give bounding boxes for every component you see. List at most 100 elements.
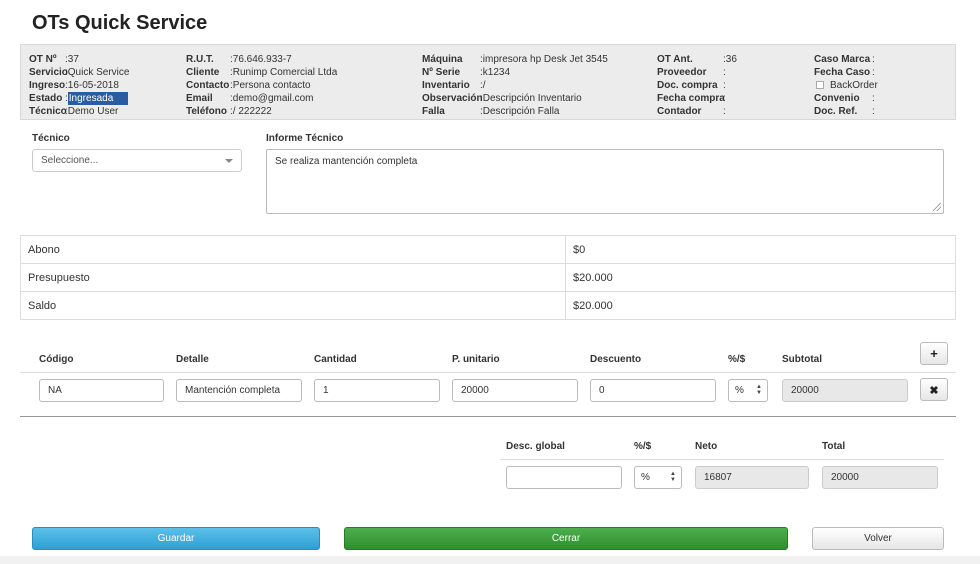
plus-icon: + bbox=[930, 346, 938, 361]
info-value: :Demo User bbox=[65, 106, 119, 117]
info-label: Teléfono bbox=[186, 106, 227, 117]
info-label: Caso Marca bbox=[814, 54, 871, 65]
unitario-value: 20000 bbox=[461, 385, 489, 396]
backorder-label: BackOrder bbox=[830, 80, 878, 91]
info-value: :16-05-2018 bbox=[65, 80, 119, 91]
neto-field: 16807 bbox=[695, 466, 809, 489]
header-total: Total bbox=[822, 441, 846, 452]
info-label: Servicio bbox=[29, 67, 68, 78]
info-label: Estado bbox=[29, 93, 63, 104]
info-label: R.U.T. bbox=[186, 54, 214, 65]
tecnico-select[interactable]: Seleccione... bbox=[32, 149, 242, 172]
info-value: :36 bbox=[723, 54, 737, 65]
header-cantidad: Cantidad bbox=[314, 354, 357, 365]
desc-global-input[interactable] bbox=[506, 466, 622, 489]
info-value: :/ bbox=[480, 80, 486, 91]
info-value: : bbox=[872, 93, 875, 104]
info-value: : bbox=[872, 106, 875, 117]
info-col-cliente: R.U.T. :76.646.933-7 Cliente :Runimp Comer… bbox=[186, 53, 337, 118]
info-label: Contacto bbox=[186, 80, 230, 91]
guardar-button[interactable]: Guardar bbox=[32, 527, 320, 550]
totals-label: Saldo bbox=[20, 291, 566, 320]
info-value: : bbox=[872, 67, 875, 78]
detalle-input[interactable]: Mantención completa bbox=[176, 379, 302, 402]
cantidad-input[interactable]: 1 bbox=[314, 379, 440, 402]
info-col-proveedor: OT Ant.:36 Proveedor: Doc. compra: Fecha… bbox=[657, 53, 737, 118]
totals-label: Abono bbox=[20, 235, 566, 264]
divider bbox=[20, 372, 956, 373]
info-label: Técnico bbox=[29, 106, 67, 117]
footer-bar bbox=[0, 556, 980, 564]
info-value: :76.646.933-7 bbox=[230, 54, 292, 65]
info-col-ot: OT Nº:37 Servicio:Quick Service Ingreso:… bbox=[29, 53, 129, 118]
codigo-input[interactable]: NA bbox=[39, 379, 164, 402]
informe-textarea[interactable]: Se realiza mantención completa bbox=[266, 149, 944, 214]
info-col-caso: Caso Marca: Fecha Caso: BackOrder Conven… bbox=[814, 53, 878, 118]
descuento-input[interactable]: 0 bbox=[590, 379, 716, 402]
info-value: :Descripción Falla bbox=[480, 106, 560, 117]
info-label: Convenio bbox=[814, 93, 860, 104]
info-value: :Descripción Inventario bbox=[480, 93, 582, 104]
unitario-input[interactable]: 20000 bbox=[452, 379, 578, 402]
informe-label: Informe Técnico bbox=[266, 133, 344, 144]
total-field: 20000 bbox=[822, 466, 938, 489]
header-tipo: %/$ bbox=[728, 354, 746, 365]
tipo-select[interactable]: % ▲ ▼ bbox=[728, 379, 768, 402]
backorder-checkbox[interactable] bbox=[816, 81, 824, 89]
codigo-value: NA bbox=[48, 385, 62, 396]
info-value: :Runimp Comercial Ltda bbox=[230, 67, 338, 78]
tecnico-select-value: Seleccione... bbox=[41, 155, 99, 166]
header-codigo: Código bbox=[39, 354, 74, 365]
header-subtotal: Subtotal bbox=[782, 354, 822, 365]
info-label: Fecha Caso bbox=[814, 67, 871, 78]
subtotal-field: 20000 bbox=[782, 379, 908, 402]
info-label: Fecha compra bbox=[657, 93, 725, 104]
estado-badge: Ingresada bbox=[67, 92, 128, 105]
header-unitario: P. unitario bbox=[452, 354, 500, 365]
divider bbox=[20, 416, 956, 417]
header-desc-global: Desc. global bbox=[506, 441, 565, 452]
tipo-value: % bbox=[735, 385, 744, 396]
cantidad-value: 1 bbox=[323, 385, 329, 396]
spinner-arrows-icon: ▲ ▼ bbox=[756, 384, 762, 396]
info-label: Email bbox=[186, 93, 213, 104]
tipo-global-select[interactable]: % ▲ ▼ bbox=[634, 466, 682, 489]
tipo-global-value: % bbox=[641, 472, 650, 483]
info-value: :k1234 bbox=[480, 67, 511, 78]
info-value: :/ 222222 bbox=[230, 106, 272, 117]
info-label: Cliente bbox=[186, 67, 220, 78]
resize-handle-icon[interactable] bbox=[933, 203, 941, 211]
table-row: Saldo $20.000 bbox=[20, 291, 956, 320]
cerrar-button[interactable]: Cerrar bbox=[344, 527, 788, 550]
info-label: Máquina bbox=[422, 54, 463, 65]
table-row: Presupuesto $20.000 bbox=[20, 263, 956, 292]
totals-label: Presupuesto bbox=[20, 263, 566, 292]
totals-value: $20.000 bbox=[565, 263, 956, 292]
info-value: : bbox=[723, 67, 726, 78]
totals-value: $0 bbox=[565, 235, 956, 264]
descuento-value: 0 bbox=[599, 385, 605, 396]
info-label: Doc. Ref. bbox=[814, 106, 858, 117]
info-label: Proveedor bbox=[657, 67, 707, 78]
info-value: :Persona contacto bbox=[230, 80, 311, 91]
ot-info-panel: OT Nº:37 Servicio:Quick Service Ingreso:… bbox=[20, 44, 956, 120]
divider bbox=[500, 459, 944, 460]
close-icon: ✖ bbox=[929, 385, 939, 397]
volver-button[interactable]: Volver bbox=[812, 527, 944, 550]
info-value: :demo@gmail.com bbox=[230, 93, 314, 104]
info-value: :impresora hp Desk Jet 3545 bbox=[480, 54, 608, 65]
informe-text: Se realiza mantención completa bbox=[275, 156, 418, 167]
table-row: Abono $0 bbox=[20, 235, 956, 264]
header-neto: Neto bbox=[695, 441, 718, 452]
info-label: Observación bbox=[422, 93, 483, 104]
header-descuento: Descuento bbox=[590, 354, 642, 365]
remove-row-button[interactable]: ✖ bbox=[920, 378, 948, 401]
spinner-arrows-icon: ▲ ▼ bbox=[670, 471, 676, 483]
info-label: Inventario bbox=[422, 80, 470, 91]
chevron-down-icon bbox=[225, 159, 233, 163]
header-detalle: Detalle bbox=[176, 354, 209, 365]
info-value: : bbox=[723, 106, 726, 117]
info-label: Falla bbox=[422, 106, 445, 117]
info-label: Nº Serie bbox=[422, 67, 461, 78]
add-row-button[interactable]: + bbox=[920, 342, 948, 365]
